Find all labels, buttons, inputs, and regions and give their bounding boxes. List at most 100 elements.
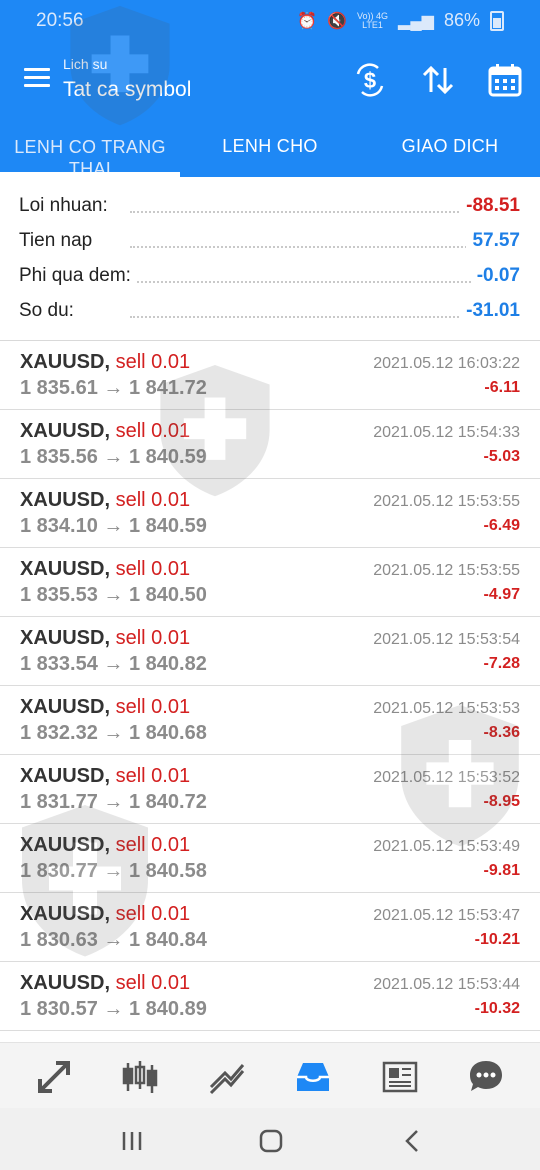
network-type: Vo)) 4G LTE1: [357, 11, 388, 30]
tab-pending-orders[interactable]: LENH CHO: [180, 136, 360, 157]
trade-profit: -8.36: [483, 724, 520, 741]
trade-prices: 1 833.54 → 1 840.82: [20, 653, 207, 676]
chat-icon[interactable]: [466, 1057, 506, 1097]
trade-row[interactable]: XAUUSD, sell 0.01 1 832.32 → 1 840.68 20…: [0, 686, 540, 755]
trade-row[interactable]: XAUUSD, sell 0.01 1 830.57 → 1 840.89 20…: [0, 962, 540, 1031]
summary-label: Loi nhuan:: [19, 195, 114, 217]
dotted-leader: [130, 316, 510, 318]
open-price: 1 833.54: [20, 653, 98, 675]
close-price: 1 840.59: [128, 515, 207, 537]
toolbar: Lich su Tat ca symbol $: [0, 50, 540, 110]
trade-icon[interactable]: [207, 1057, 247, 1097]
symbol-text: XAUUSD,: [20, 627, 111, 649]
symbol-text: XAUUSD,: [20, 558, 111, 580]
arrow-icon: →: [103, 653, 124, 675]
trade-time: 2021.05.12 16:03:22: [373, 355, 520, 372]
summary-row-swap: Phi qua dem: -0.07: [0, 255, 540, 290]
trade-side: sell 0.01: [115, 903, 191, 925]
bottom-nav: [0, 1042, 540, 1109]
summary-label: Tien nap: [19, 230, 99, 252]
status-indicators: ⏰ 🔇 Vo)) 4G LTE1 ▂▄▆ 86%: [297, 10, 504, 31]
trade-prices: 1 830.57 → 1 840.89: [20, 998, 207, 1021]
close-price: 1 840.84: [128, 929, 207, 951]
trade-row[interactable]: XAUUSD, sell 0.01 1 835.56 → 1 840.59 20…: [0, 410, 540, 479]
history-icon[interactable]: [293, 1057, 333, 1097]
close-price: 1 840.59: [128, 446, 207, 468]
close-price: 1 840.89: [128, 998, 207, 1020]
status-time: 20:56: [36, 10, 84, 31]
trade-time: 2021.05.12 15:53:49: [373, 838, 520, 855]
sort-arrows-icon[interactable]: [420, 62, 456, 98]
trade-side: sell 0.01: [115, 489, 191, 511]
trade-symbol: XAUUSD, sell 0.01: [20, 765, 190, 788]
trade-time: 2021.05.12 15:53:52: [373, 769, 520, 786]
trade-time: 2021.05.12 15:53:53: [373, 700, 520, 717]
svg-text:$: $: [364, 68, 376, 93]
trade-side: sell 0.01: [115, 420, 191, 442]
summary-row-balance: So du: -31.01: [0, 290, 540, 325]
summary-section: Loi nhuan: -88.51 Tien nap 57.57 Phi qua…: [0, 185, 540, 325]
calendar-icon[interactable]: [487, 62, 523, 98]
trade-symbol: XAUUSD, sell 0.01: [20, 972, 190, 995]
open-price: 1 831.77: [20, 791, 98, 813]
trade-symbol: XAUUSD, sell 0.01: [20, 489, 190, 512]
dollar-refresh-icon[interactable]: $: [352, 62, 388, 98]
page-subtitle: Lich su: [63, 56, 108, 72]
trade-prices: 1 830.77 → 1 840.58: [20, 860, 207, 883]
trade-symbol: XAUUSD, sell 0.01: [20, 351, 190, 374]
tab-bar: LENH CO TRANG THAI LENH CHO GIAO DICH: [0, 124, 540, 177]
trade-symbol: XAUUSD, sell 0.01: [20, 558, 190, 581]
trade-side: sell 0.01: [115, 558, 191, 580]
home-icon[interactable]: [256, 1126, 286, 1156]
arrow-icon: →: [103, 377, 124, 399]
trade-prices: 1 835.56 → 1 840.59: [20, 446, 207, 469]
trade-prices: 1 835.53 → 1 840.50: [20, 584, 207, 607]
trade-row[interactable]: XAUUSD, sell 0.01 1 835.61 → 1 841.72 20…: [0, 341, 540, 410]
mute-icon: 🔇: [327, 12, 347, 30]
trade-list: XAUUSD, sell 0.01 1 835.61 → 1 841.72 20…: [0, 341, 540, 1031]
close-price: 1 840.72: [128, 791, 207, 813]
arrow-icon: →: [103, 791, 124, 813]
summary-row-deposit: Tien nap 57.57: [0, 220, 540, 255]
trade-row[interactable]: XAUUSD, sell 0.01 1 830.63 → 1 840.84 20…: [0, 893, 540, 962]
trade-time: 2021.05.12 15:53:55: [373, 493, 520, 510]
app-header: 20:56 ⏰ 🔇 Vo)) 4G LTE1 ▂▄▆ 86% Lich su T…: [0, 0, 540, 177]
news-icon[interactable]: [380, 1057, 420, 1097]
trade-symbol: XAUUSD, sell 0.01: [20, 420, 190, 443]
open-price: 1 835.56: [20, 446, 98, 468]
title-block[interactable]: Lich su Tat ca symbol: [63, 56, 191, 102]
trade-symbol: XAUUSD, sell 0.01: [20, 834, 190, 857]
trade-time: 2021.05.12 15:53:44: [373, 976, 520, 993]
trade-row[interactable]: XAUUSD, sell 0.01 1 830.77 → 1 840.58 20…: [0, 824, 540, 893]
trade-profit: -6.11: [484, 379, 520, 396]
trade-side: sell 0.01: [115, 627, 191, 649]
trade-row[interactable]: XAUUSD, sell 0.01 1 835.53 → 1 840.50 20…: [0, 548, 540, 617]
trade-side: sell 0.01: [115, 834, 191, 856]
recent-apps-icon[interactable]: [117, 1126, 147, 1156]
back-icon[interactable]: [398, 1126, 428, 1156]
tab-deals[interactable]: GIAO DICH: [360, 136, 540, 157]
summary-label: Phi qua dem:: [19, 265, 137, 287]
trade-prices: 1 835.61 → 1 841.72: [20, 377, 207, 400]
close-price: 1 841.72: [128, 377, 207, 399]
trade-row[interactable]: XAUUSD, sell 0.01 1 833.54 → 1 840.82 20…: [0, 617, 540, 686]
arrow-icon: →: [103, 515, 124, 537]
trade-row[interactable]: XAUUSD, sell 0.01 1 831.77 → 1 840.72 20…: [0, 755, 540, 824]
menu-icon[interactable]: [24, 68, 50, 88]
arrow-icon: →: [103, 929, 124, 951]
open-price: 1 832.32: [20, 722, 98, 744]
trade-side: sell 0.01: [115, 765, 191, 787]
quotes-icon[interactable]: [34, 1057, 74, 1097]
tab-open-positions[interactable]: LENH CO TRANG THAI: [0, 136, 180, 172]
trade-profit: -6.49: [483, 517, 520, 534]
symbol-text: XAUUSD,: [20, 351, 111, 373]
alarm-icon: ⏰: [297, 12, 318, 30]
summary-row-profit: Loi nhuan: -88.51: [0, 185, 540, 220]
system-nav-bar: [0, 1108, 540, 1170]
close-price: 1 840.50: [128, 584, 207, 606]
summary-value: 57.57: [466, 230, 520, 252]
arrow-icon: →: [103, 446, 124, 468]
chart-icon[interactable]: [120, 1057, 160, 1097]
trade-row[interactable]: XAUUSD, sell 0.01 1 834.10 → 1 840.59 20…: [0, 479, 540, 548]
open-price: 1 835.61: [20, 377, 98, 399]
